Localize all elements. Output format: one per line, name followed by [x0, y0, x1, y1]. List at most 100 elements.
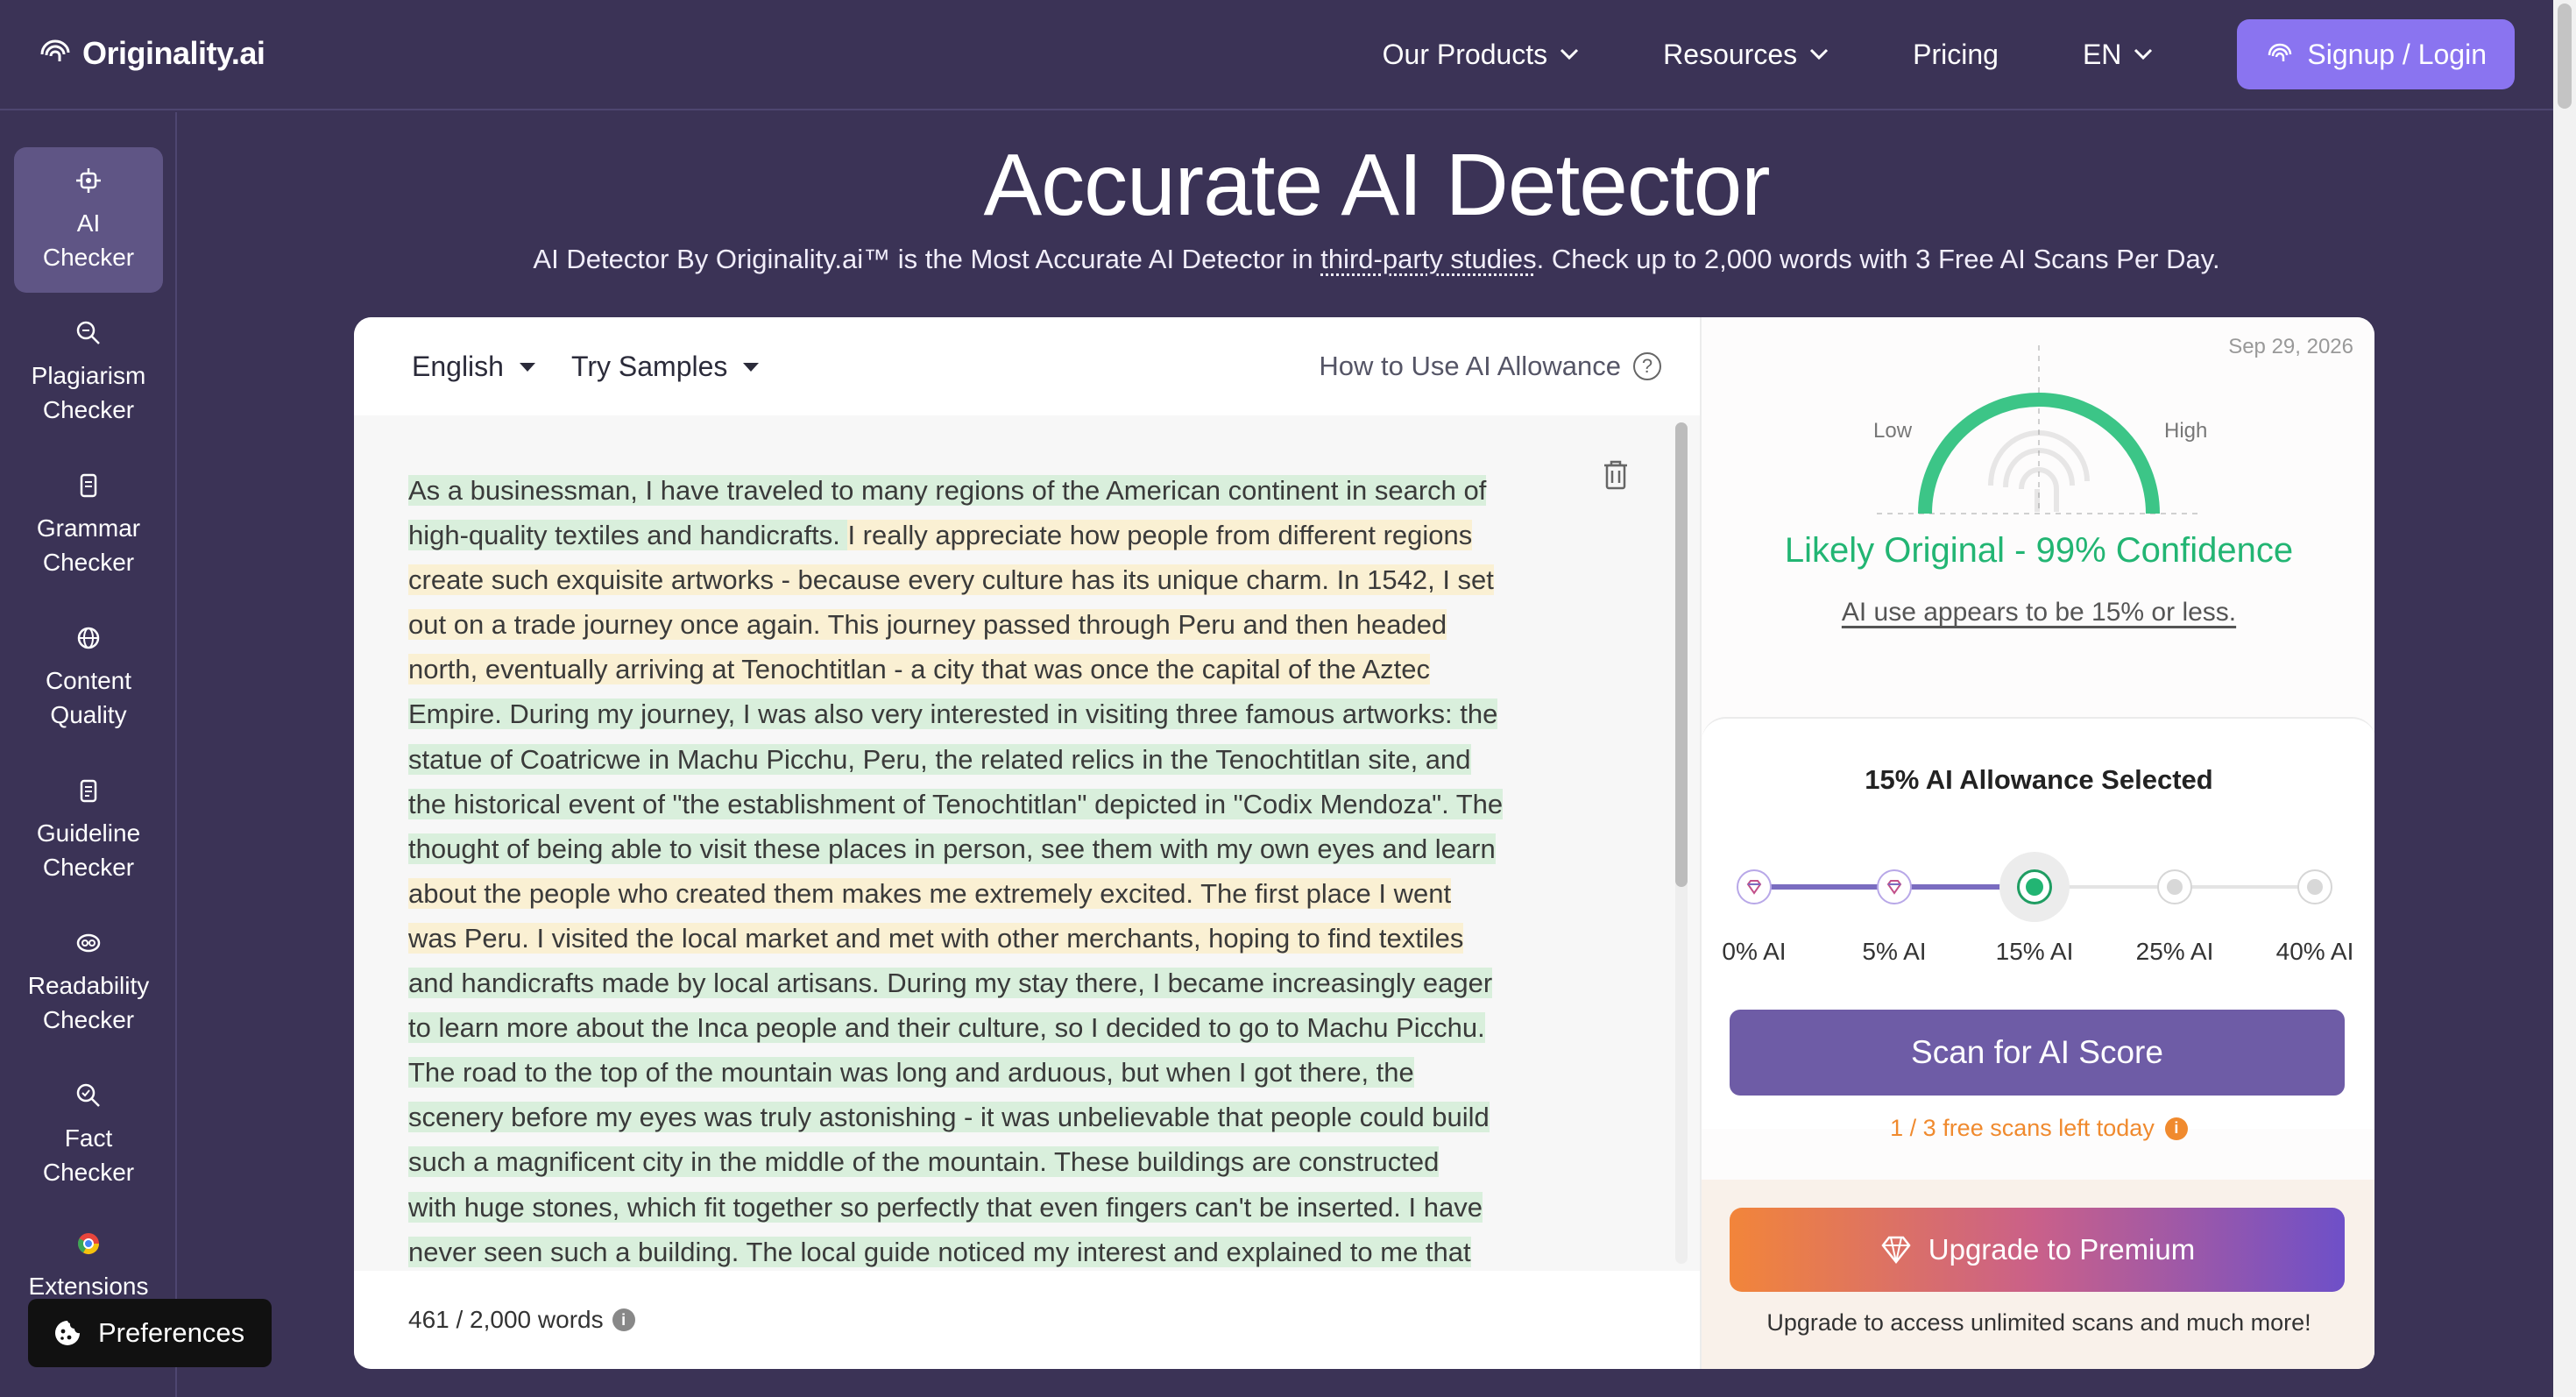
try-samples-dropdown[interactable]: Try Samples: [571, 351, 760, 383]
page-scroll-thumb[interactable]: [2558, 4, 2572, 109]
info-icon[interactable]: i: [2164, 1117, 2188, 1140]
caret-down-icon: [519, 362, 535, 372]
subtitle-text: AI Detector By Originality.ai™ is the Mo…: [533, 244, 1321, 274]
free-scans-remaining: 1 / 3 free scans left today i: [1702, 1115, 2374, 1142]
top-navbar: Originality.ai Our Products Resources Pr…: [0, 0, 2576, 110]
eye-icon: [76, 933, 101, 953]
doc-icon: [80, 473, 97, 498]
page-scrollbar[interactable]: [2553, 0, 2576, 1397]
nav-our-products[interactable]: Our Products: [1383, 39, 1580, 71]
mixed-highlight: out on a trade journey once again. This …: [408, 609, 1447, 641]
mixed-highlight: north, eventually arriving at Tenochtitl…: [408, 654, 1431, 685]
sidebar-item-fact-checker[interactable]: Fact Checker: [14, 1062, 163, 1208]
editor-line: thought of being able to visit these pla…: [408, 826, 1898, 871]
upgrade-note: Upgrade to access unlimited scans and mu…: [1766, 1309, 2311, 1336]
language-dropdown[interactable]: English: [412, 351, 535, 383]
diamond-icon: [1881, 1236, 1911, 1265]
sidebar-item-plagiarism-checker[interactable]: Plagiarism Checker: [14, 300, 163, 445]
nav-pricing[interactable]: Pricing: [1913, 39, 1999, 71]
diamond-icon: [1746, 880, 1762, 895]
search-icon: [76, 321, 100, 344]
sidebar-item-content-quality[interactable]: Content Quality: [14, 605, 163, 750]
editor-toolbar: English Try Samples How to Use AI Allowa…: [354, 317, 1700, 415]
editor-line: was Peru. I visited the local market and…: [408, 916, 1898, 961]
scan-for-ai-score-button[interactable]: Scan for AI Score: [1730, 1010, 2345, 1096]
detector-card: English Try Samples How to Use AI Allowa…: [354, 317, 2374, 1369]
chevron-down-icon: [1810, 48, 1829, 60]
help-icon: ?: [1633, 352, 1661, 380]
slider-stop-2-selected[interactable]: [2017, 869, 2052, 904]
globe-icon: [77, 627, 100, 649]
slider-stop-3[interactable]: [2157, 869, 2192, 904]
free-scans-text: 1 / 3 free scans left today: [1890, 1115, 2155, 1141]
language-dropdown-label: English: [412, 351, 504, 382]
editor-line: the historical event of "the establishme…: [408, 782, 1898, 826]
clipboard-icon: [80, 779, 97, 803]
editor-line: Empire. During my journey, I was also ve…: [408, 691, 1898, 736]
magnify-check-icon: [76, 1083, 100, 1107]
editor-line: and handicrafts made by local artisans. …: [408, 961, 1898, 1005]
original-highlight: high-quality textiles and handicrafts.: [408, 520, 848, 551]
mixed-highlight: about the people who created them makes …: [408, 877, 1452, 909]
original-highlight: scenery before my eyes was truly astonis…: [408, 1102, 1490, 1133]
slider-stop-1[interactable]: [1877, 869, 1912, 904]
original-highlight: to learn more about the Inca people and …: [408, 1012, 1485, 1044]
third-party-studies-link[interactable]: third-party studies: [1320, 244, 1536, 274]
howto-label: How to Use AI Allowance: [1319, 351, 1621, 381]
stop-label: 40% AI: [2275, 938, 2354, 965]
original-highlight: The road to the top of the mountain was …: [408, 1057, 1414, 1089]
page-subtitle: AI Detector By Originality.ai™ is the Mo…: [177, 244, 2576, 275]
editor-line: statue of Coatricwe in Machu Picchu, Per…: [408, 737, 1898, 782]
slider-stop-4[interactable]: [2297, 869, 2332, 904]
tools-sidebar: AI Checker Plagiarism Checker Grammar Ch…: [0, 112, 177, 1397]
editor-content[interactable]: As a businessman, I have traveled to man…: [408, 468, 1898, 1274]
info-icon[interactable]: i: [612, 1308, 635, 1331]
editor-line: out on a trade journey once again. This …: [408, 602, 1898, 647]
sidebar-item-readability-checker[interactable]: Readability Checker: [14, 910, 163, 1055]
editor-scroll-thumb[interactable]: [1675, 422, 1688, 887]
cookie-preferences-button[interactable]: Preferences: [28, 1299, 272, 1367]
editor-line: to learn more about the Inca people and …: [408, 1005, 1898, 1050]
sidebar-item-label: Grammar Checker: [36, 514, 141, 576]
result-headline: Likely Original - 99% Confidence: [1784, 531, 2294, 570]
chevron-down-icon: [1560, 48, 1579, 60]
signup-login-button[interactable]: Signup / Login: [2237, 19, 2515, 89]
original-highlight: statue of Coatricwe in Machu Picchu, Per…: [408, 743, 1471, 775]
preferences-label: Preferences: [98, 1317, 245, 1348]
slider-stop-0[interactable]: [1737, 869, 1772, 904]
result-subtext[interactable]: AI use appears to be 15% or less.: [1702, 598, 2374, 628]
sidebar-item-label: Content Quality: [45, 666, 132, 728]
text-editor[interactable]: As a businessman, I have traveled to man…: [354, 415, 1700, 1271]
brand-name: Originality.ai: [82, 35, 265, 71]
stop-label: 5% AI: [1862, 938, 1927, 965]
upgrade-to-premium-button[interactable]: Upgrade to Premium: [1730, 1208, 2345, 1292]
editor-line: The road to the top of the mountain was …: [408, 1050, 1898, 1095]
sidebar-item-label: Guideline Checker: [36, 819, 141, 881]
editor-line: with huge stones, which fit together so …: [408, 1185, 1898, 1230]
sidebar-item-ai-checker[interactable]: AI Checker: [14, 147, 163, 293]
original-highlight: As a businessman, I have traveled to man…: [408, 475, 1487, 506]
nav-pricing-label: Pricing: [1913, 38, 1999, 70]
sidebar-item-label: Plagiarism Checker: [31, 361, 146, 423]
try-samples-label: Try Samples: [571, 351, 728, 382]
editor-line: about the people who created them makes …: [408, 871, 1898, 916]
sidebar-item-guideline-checker[interactable]: Guideline Checker: [14, 757, 163, 903]
editor-line: north, eventually arriving at Tenochtitl…: [408, 647, 1898, 691]
allowance-slider[interactable]: [1737, 852, 2332, 922]
brand-logo[interactable]: Originality.ai: [37, 35, 265, 72]
upgrade-label: Upgrade to Premium: [1928, 1233, 2196, 1266]
allowance-title: 15% AI Allowance Selected: [1865, 764, 2213, 795]
how-to-use-ai-allowance-link[interactable]: How to Use AI Allowance ?: [1319, 351, 1661, 382]
editor-line: never seen such a building. The local gu…: [408, 1230, 1898, 1274]
chevron-down-icon: [2134, 48, 2153, 60]
trash-icon[interactable]: [1602, 459, 1630, 491]
sidebar-item-grammar-checker[interactable]: Grammar Checker: [14, 452, 163, 598]
stop-label: 0% AI: [1722, 938, 1787, 965]
language-switcher[interactable]: EN: [2083, 39, 2153, 71]
sidebar-item-label: Readability Checker: [27, 971, 150, 1033]
nav-resources[interactable]: Resources: [1663, 39, 1829, 71]
editor-scrollbar[interactable]: [1675, 422, 1688, 1264]
chrome-icon: [77, 1233, 99, 1255]
confidence-gauge: [1877, 345, 2201, 514]
signup-label: Signup / Login: [2307, 38, 2487, 70]
